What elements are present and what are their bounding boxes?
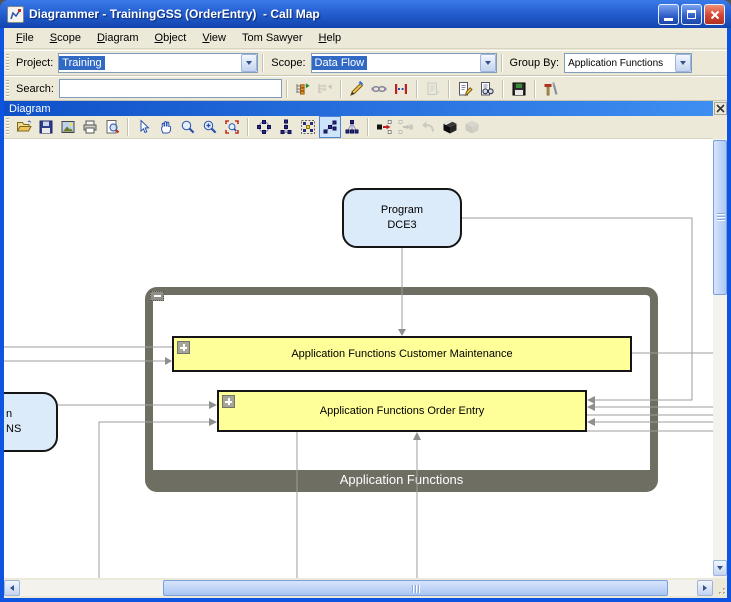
app-window: Diagrammer - TrainingGSS (OrderEntry) - …	[0, 0, 731, 602]
node-label: Application Functions Customer Maintenan…	[291, 348, 512, 360]
scope-label: Scope:	[271, 57, 305, 69]
menu-view[interactable]: View	[194, 30, 234, 46]
node-label: Program	[381, 203, 423, 218]
resize-grip[interactable]	[713, 580, 727, 596]
vertical-scrollbar-thumb[interactable]	[713, 140, 727, 295]
menu-object[interactable]: Object	[147, 30, 195, 46]
app-icon	[7, 6, 24, 23]
diagram-close-icon[interactable]	[714, 102, 727, 115]
link-icon[interactable]	[368, 78, 390, 100]
close-button[interactable]	[704, 4, 725, 25]
node-label: Application Functions Order Entry	[320, 405, 484, 417]
menu-scope[interactable]: Scope	[42, 30, 89, 46]
vertical-scrollbar[interactable]	[713, 139, 727, 578]
project-combobox[interactable]: Training	[58, 53, 258, 73]
drill-down-icon[interactable]	[373, 116, 395, 138]
toolbar-grip[interactable]	[6, 118, 9, 136]
diagram-toolbar	[4, 116, 713, 139]
diagram-panel-title: Diagram	[9, 103, 51, 115]
chevron-down-icon[interactable]	[675, 54, 691, 72]
scope-combobox[interactable]: Data Flow	[311, 53, 497, 73]
scroll-down-icon[interactable]	[713, 560, 727, 576]
symmetric-layout-icon[interactable]	[275, 116, 297, 138]
node-label: DCE3	[387, 218, 416, 233]
search-input[interactable]	[59, 79, 282, 98]
collapse-button[interactable]	[150, 291, 164, 301]
assign-icon[interactable]	[346, 78, 368, 100]
client-area: File Scope Diagram Object View Tom Sawye…	[4, 28, 727, 598]
menu-help[interactable]: Help	[311, 30, 350, 46]
window-title: Diagrammer - TrainingGSS (OrderEntry) - …	[29, 7, 320, 21]
project-label: Project:	[16, 57, 53, 69]
save-icon[interactable]	[508, 78, 530, 100]
drill-up-icon	[395, 116, 417, 138]
main-toolbar: Project: Training Scope: Data Flow Group…	[4, 50, 727, 76]
groupby-label: Group By:	[510, 57, 560, 69]
print-preview-icon[interactable]	[101, 116, 123, 138]
groupby-combobox[interactable]: Application Functions	[564, 53, 692, 73]
menu-diagram[interactable]: Diagram	[89, 30, 147, 46]
search-toolbar: Search:	[4, 76, 727, 101]
diagram-canvas[interactable]: Application Functions	[4, 139, 713, 578]
save-icon[interactable]	[35, 116, 57, 138]
package-icon[interactable]	[439, 116, 461, 138]
impact-trace-icon[interactable]	[390, 78, 412, 100]
zoom-in-icon[interactable]	[199, 116, 221, 138]
select-icon[interactable]	[133, 116, 155, 138]
horizontal-scrollbar-thumb[interactable]	[163, 580, 668, 596]
chevron-down-icon[interactable]	[480, 54, 496, 72]
chevron-down-icon[interactable]	[241, 54, 257, 72]
grid-layout-icon[interactable]	[297, 116, 319, 138]
export-image-icon[interactable]	[57, 116, 79, 138]
collapse-tree-icon	[314, 78, 336, 100]
toolbar-grip[interactable]	[6, 80, 9, 98]
zoom-icon[interactable]	[177, 116, 199, 138]
scroll-right-icon[interactable]	[697, 580, 713, 596]
edit-document-icon[interactable]	[454, 78, 476, 100]
view-document-icon[interactable]	[476, 78, 498, 100]
title-bar: Diagrammer - TrainingGSS (OrderEntry) - …	[0, 0, 731, 28]
node-program-partial[interactable]: n NS	[4, 392, 58, 452]
expand-button[interactable]	[177, 341, 190, 354]
search-label: Search:	[16, 83, 54, 95]
print-icon[interactable]	[79, 116, 101, 138]
delete-icon	[461, 116, 483, 138]
horizontal-scrollbar[interactable]	[4, 580, 713, 596]
tools-icon[interactable]	[540, 78, 562, 100]
node-customer-maintenance[interactable]: Application Functions Customer Maintenan…	[172, 336, 632, 372]
node-program-dce3[interactable]: Program DCE3	[342, 188, 462, 248]
open-icon[interactable]	[13, 116, 35, 138]
copy-icon	[422, 78, 444, 100]
menu-bar: File Scope Diagram Object View Tom Sawye…	[4, 28, 727, 49]
scroll-left-icon[interactable]	[4, 580, 20, 596]
circular-layout-icon[interactable]	[253, 116, 275, 138]
groupby-value: Application Functions	[565, 57, 666, 70]
pan-icon[interactable]	[155, 116, 177, 138]
hierarchical-layout-icon[interactable]	[319, 116, 341, 138]
menu-file[interactable]: File	[8, 30, 42, 46]
maximize-button[interactable]	[681, 4, 702, 25]
zoom-area-icon[interactable]	[221, 116, 243, 138]
diagram-panel-caption[interactable]: Diagram	[4, 101, 713, 116]
undo-icon	[417, 116, 439, 138]
node-order-entry[interactable]: Application Functions Order Entry	[217, 390, 587, 432]
menu-tom-sawyer[interactable]: Tom Sawyer	[234, 30, 311, 46]
tree-layout-icon[interactable]	[341, 116, 363, 138]
expand-button[interactable]	[222, 395, 235, 408]
node-label: NS	[6, 422, 21, 437]
node-label: n	[6, 407, 21, 422]
expand-tree-icon[interactable]	[292, 78, 314, 100]
minimize-button[interactable]	[658, 4, 679, 25]
toolbar-grip[interactable]	[6, 54, 9, 72]
project-value: Training	[59, 56, 104, 70]
scope-value: Data Flow	[312, 56, 368, 70]
